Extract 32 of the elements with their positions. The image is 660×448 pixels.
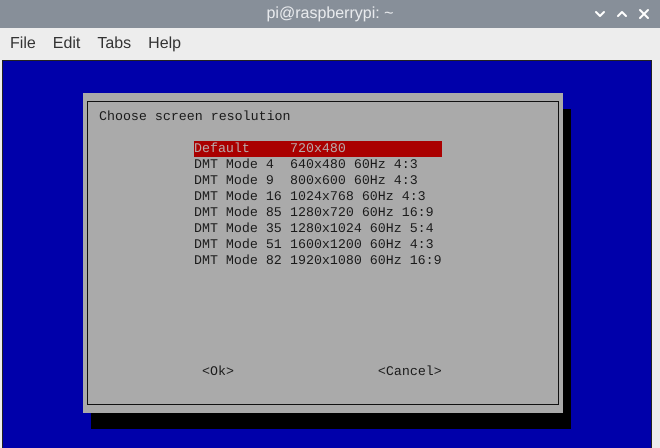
- option-description: 800x600 60Hz 4:3: [290, 173, 418, 189]
- option-description: 720x480: [290, 141, 346, 157]
- option-tag: DMT Mode 35: [194, 221, 290, 237]
- option-tag: DMT Mode 4: [194, 157, 290, 173]
- resolution-option[interactable]: DMT Mode 4 640x480 60Hz 4:3: [194, 157, 442, 173]
- dialog-title: Choose screen resolution: [99, 109, 291, 125]
- resolution-option[interactable]: DMT Mode 16 1024x768 60Hz 4:3: [194, 189, 442, 205]
- resolution-option[interactable]: DMT Mode 35 1280x1024 60Hz 5:4: [194, 221, 442, 237]
- window-title: pi@raspberrypi: ~: [266, 5, 394, 23]
- close-icon[interactable]: [636, 6, 652, 22]
- option-description: 1280x720 60Hz 16:9: [290, 205, 434, 221]
- option-tag: DMT Mode 9: [194, 173, 290, 189]
- option-tag: DMT Mode 85: [194, 205, 290, 221]
- option-description: 1280x1024 60Hz 5:4: [290, 221, 434, 237]
- option-description: 640x480 60Hz 4:3: [290, 157, 418, 173]
- resolution-option[interactable]: DMT Mode 51 1600x1200 60Hz 4:3: [194, 237, 442, 253]
- menu-item[interactable]: Tabs: [97, 35, 132, 53]
- option-description: 1920x1080 60Hz 16:9: [290, 253, 442, 269]
- menu-item[interactable]: File: [10, 35, 36, 53]
- option-tag: DMT Mode 82: [194, 253, 290, 269]
- resolution-option[interactable]: DMT Mode 85 1280x720 60Hz 16:9: [194, 205, 442, 221]
- option-description: 1600x1200 60Hz 4:3: [290, 237, 434, 253]
- dialog-button[interactable]: <Ok>: [202, 364, 234, 380]
- resolution-option[interactable]: DMT Mode 9 800x600 60Hz 4:3: [194, 173, 442, 189]
- resolution-option[interactable]: DMT Mode 82 1920x1080 60Hz 16:9: [194, 253, 442, 269]
- option-tag: DMT Mode 16: [194, 189, 290, 205]
- option-description: 1024x768 60Hz 4:3: [290, 189, 426, 205]
- option-tag: DMT Mode 51: [194, 237, 290, 253]
- option-tag: Default: [194, 141, 290, 157]
- menu-item[interactable]: Edit: [52, 35, 80, 53]
- menu-item[interactable]: Help: [148, 35, 182, 53]
- dialog-button[interactable]: <Cancel>: [378, 364, 442, 380]
